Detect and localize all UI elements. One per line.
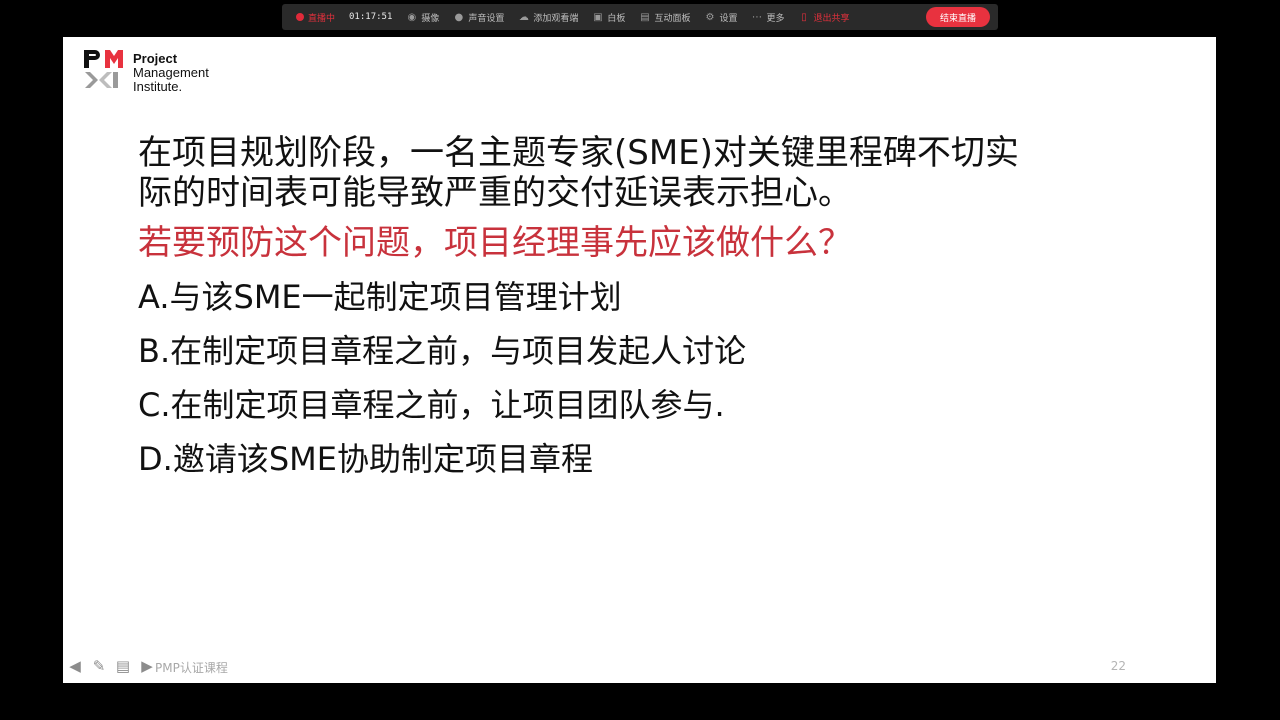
pen-icon[interactable]: ✎ [90,657,108,675]
exit-share-button[interactable]: ▯ 退出共享 [792,6,855,28]
mic-icon: ● [454,11,464,23]
camera-icon: ◉ [407,11,417,23]
mic-button[interactable]: ● 声音设置 [447,6,510,28]
add-viewer-button[interactable]: ☁ 添加观看端 [512,6,584,28]
pmi-logo-mark [84,50,123,88]
option-a: A.与该SME一起制定项目管理计划 [138,278,622,316]
end-live-button[interactable]: 结束直播 [925,7,990,27]
more-icon: ⋯ [751,11,762,23]
question-prompt: 若要预防这个问题，项目经理事先应该做什么？ [138,223,852,263]
live-status: 直播中 [290,6,341,28]
more-label: 更多 [766,13,785,24]
settings-button[interactable]: ⚙ 设置 [698,6,743,28]
pmi-logo: Project Management Institute. [83,46,233,94]
exit-share-label: 退出共享 [813,13,850,24]
add-viewer-label: 添加观看端 [533,13,579,24]
question-line-2: 际的时间表可能导致严重的交付延误表示担心。 [138,173,852,213]
logo-line1: Project [133,51,178,66]
logo-line2: Management [133,65,209,80]
slide-page-number: 22 [1110,659,1126,673]
option-c: C.在制定项目章程之前，让项目团队参与. [138,386,725,424]
rec-dot-icon [296,13,304,21]
settings-icon: ⚙ [705,11,715,23]
whiteboard-button[interactable]: ▣ 白板 [586,6,631,28]
presentation-slide: Project Management Institute. 在项目规划阶段，一名… [63,37,1216,683]
option-d: D.邀请该SME协助制定项目章程 [138,440,593,478]
whiteboard-label: 白板 [607,13,626,24]
whiteboard-icon: ▣ [593,11,603,23]
question-line-1: 在项目规划阶段，一名主题专家(SME)对关键里程碑不切实 [138,133,1019,173]
slides-icon[interactable]: ▤ [114,657,132,675]
slide-footer-text: PMP认证课程 [155,661,228,675]
interact-icon: ▤ [640,11,650,23]
prev-arrow-icon[interactable]: ◀ [66,657,84,675]
option-b: B.在制定项目章程之前，与项目发起人讨论 [138,332,747,370]
settings-label: 设置 [719,13,738,24]
question-block: 在项目规划阶段，一名主题专家(SME)对关键里程碑不切实 际的时间表可能导致严重… [138,133,1158,479]
slide-footer-tools: ◀ ✎ ▤ ▶ [66,657,156,675]
next-arrow-icon[interactable]: ▶ [138,657,156,675]
add-viewer-icon: ☁ [518,11,529,23]
live-timer: 01:17:51 [349,12,393,22]
logo-line3: Institute. [133,79,183,94]
interact-label: 互动面板 [654,13,691,24]
camera-button[interactable]: ◉ 摄像 [400,6,445,28]
live-label: 直播中 [308,13,336,24]
mic-label: 声音设置 [468,13,505,24]
exit-share-icon: ▯ [801,11,807,23]
interact-button[interactable]: ▤ 互动面板 [633,6,696,28]
pmi-logo-text: Project Management Institute. [133,52,209,94]
live-toolbar: 直播中 01:17:51 ◉ 摄像 ● 声音设置 ☁ 添加观看端 ▣ 白板 ▤ … [282,4,998,30]
more-button[interactable]: ⋯ 更多 [745,6,790,28]
camera-label: 摄像 [421,13,440,24]
